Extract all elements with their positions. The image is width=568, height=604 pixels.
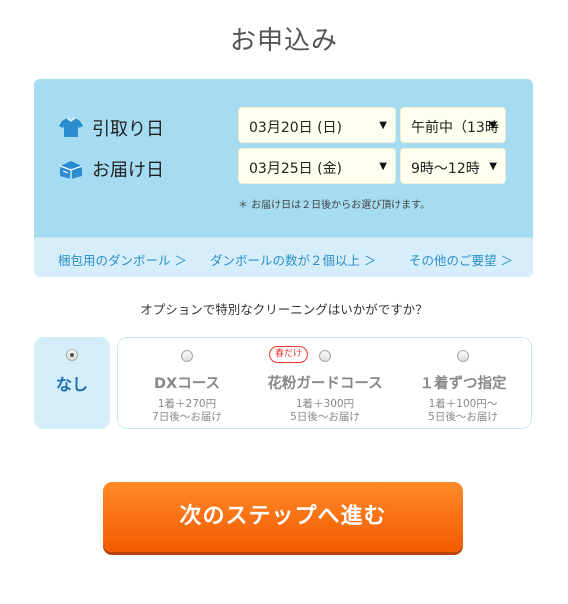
link-multiple-boxes[interactable]: ダンボールの数が２個以上 ＞ xyxy=(210,250,376,269)
dropdown-arrow-icon: ▼ xyxy=(489,161,497,172)
dropdown-arrow-icon: ▼ xyxy=(379,120,387,131)
option-name: 花粉ガードコース xyxy=(267,376,383,392)
delivery-note: ＊ お届け日は２日後からお選び頂けます。 xyxy=(238,200,431,211)
page-title: お申込み xyxy=(229,26,338,56)
option-question: オプションで特別なクリーニングはいかがですか？ xyxy=(140,302,428,317)
shirt-icon xyxy=(58,117,84,139)
link-packing-box[interactable]: 梱包用のダンボール ＞ xyxy=(58,250,187,269)
option-individual[interactable]: １着ずつ指定 1着＋100円〜 5日後〜お届け xyxy=(394,338,532,428)
option-none-label: なし xyxy=(55,375,88,394)
dropdown-arrow-icon: ▼ xyxy=(379,161,387,172)
option-name: DXコース xyxy=(154,376,220,392)
radio-individual[interactable] xyxy=(457,350,469,362)
option-delivery: 5日後〜お届け xyxy=(290,411,360,423)
schedule-panel: 引取り日 03月20日 (日) ▼ 午前中（13時 ▼ お届け日 03月25日 … xyxy=(34,79,533,277)
seasonal-badge: 春だけ xyxy=(269,346,309,363)
dropdown-arrow-icon: ▼ xyxy=(489,120,497,131)
pickup-date-select[interactable]: 03月20日 (日) ▼ xyxy=(238,107,396,143)
option-name: １着ずつ指定 xyxy=(419,376,507,392)
option-delivery: 5日後〜お届け xyxy=(428,411,498,423)
option-none[interactable]: なし xyxy=(34,337,110,429)
next-step-button[interactable]: 次のステップへ進む xyxy=(103,482,463,552)
radio-pollen-guard[interactable] xyxy=(319,350,331,362)
option-pollen-guard[interactable]: 春だけ 花粉ガードコース 1着＋300円 5日後〜お届け xyxy=(256,338,394,428)
delivery-time-select[interactable]: 9時〜12時 ▼ xyxy=(400,148,506,184)
option-delivery: 7日後〜お届け xyxy=(152,411,222,423)
option-group: DXコース 1着＋270円 7日後〜お届け 春だけ 花粉ガードコース 1着＋30… xyxy=(117,337,532,429)
option-dx[interactable]: DXコース 1着＋270円 7日後〜お届け xyxy=(118,338,256,428)
delivery-row: お届け日 03月25日 (金) ▼ 9時〜12時 ▼ xyxy=(34,148,533,186)
radio-none[interactable] xyxy=(66,349,78,361)
delivery-label: お届け日 xyxy=(92,160,164,181)
link-bar: 梱包用のダンボール ＞ ダンボールの数が２個以上 ＞ その他のご要望 ＞ xyxy=(34,237,533,277)
pickup-row: 引取り日 03月20日 (日) ▼ 午前中（13時 ▼ xyxy=(34,107,533,145)
box-icon xyxy=(58,158,84,180)
delivery-date-select[interactable]: 03月25日 (金) ▼ xyxy=(238,148,396,184)
link-other-requests[interactable]: その他のご要望 ＞ xyxy=(409,250,513,269)
radio-dx[interactable] xyxy=(181,350,193,362)
pickup-label: 引取り日 xyxy=(92,119,164,140)
pickup-time-select[interactable]: 午前中（13時 ▼ xyxy=(400,107,506,143)
